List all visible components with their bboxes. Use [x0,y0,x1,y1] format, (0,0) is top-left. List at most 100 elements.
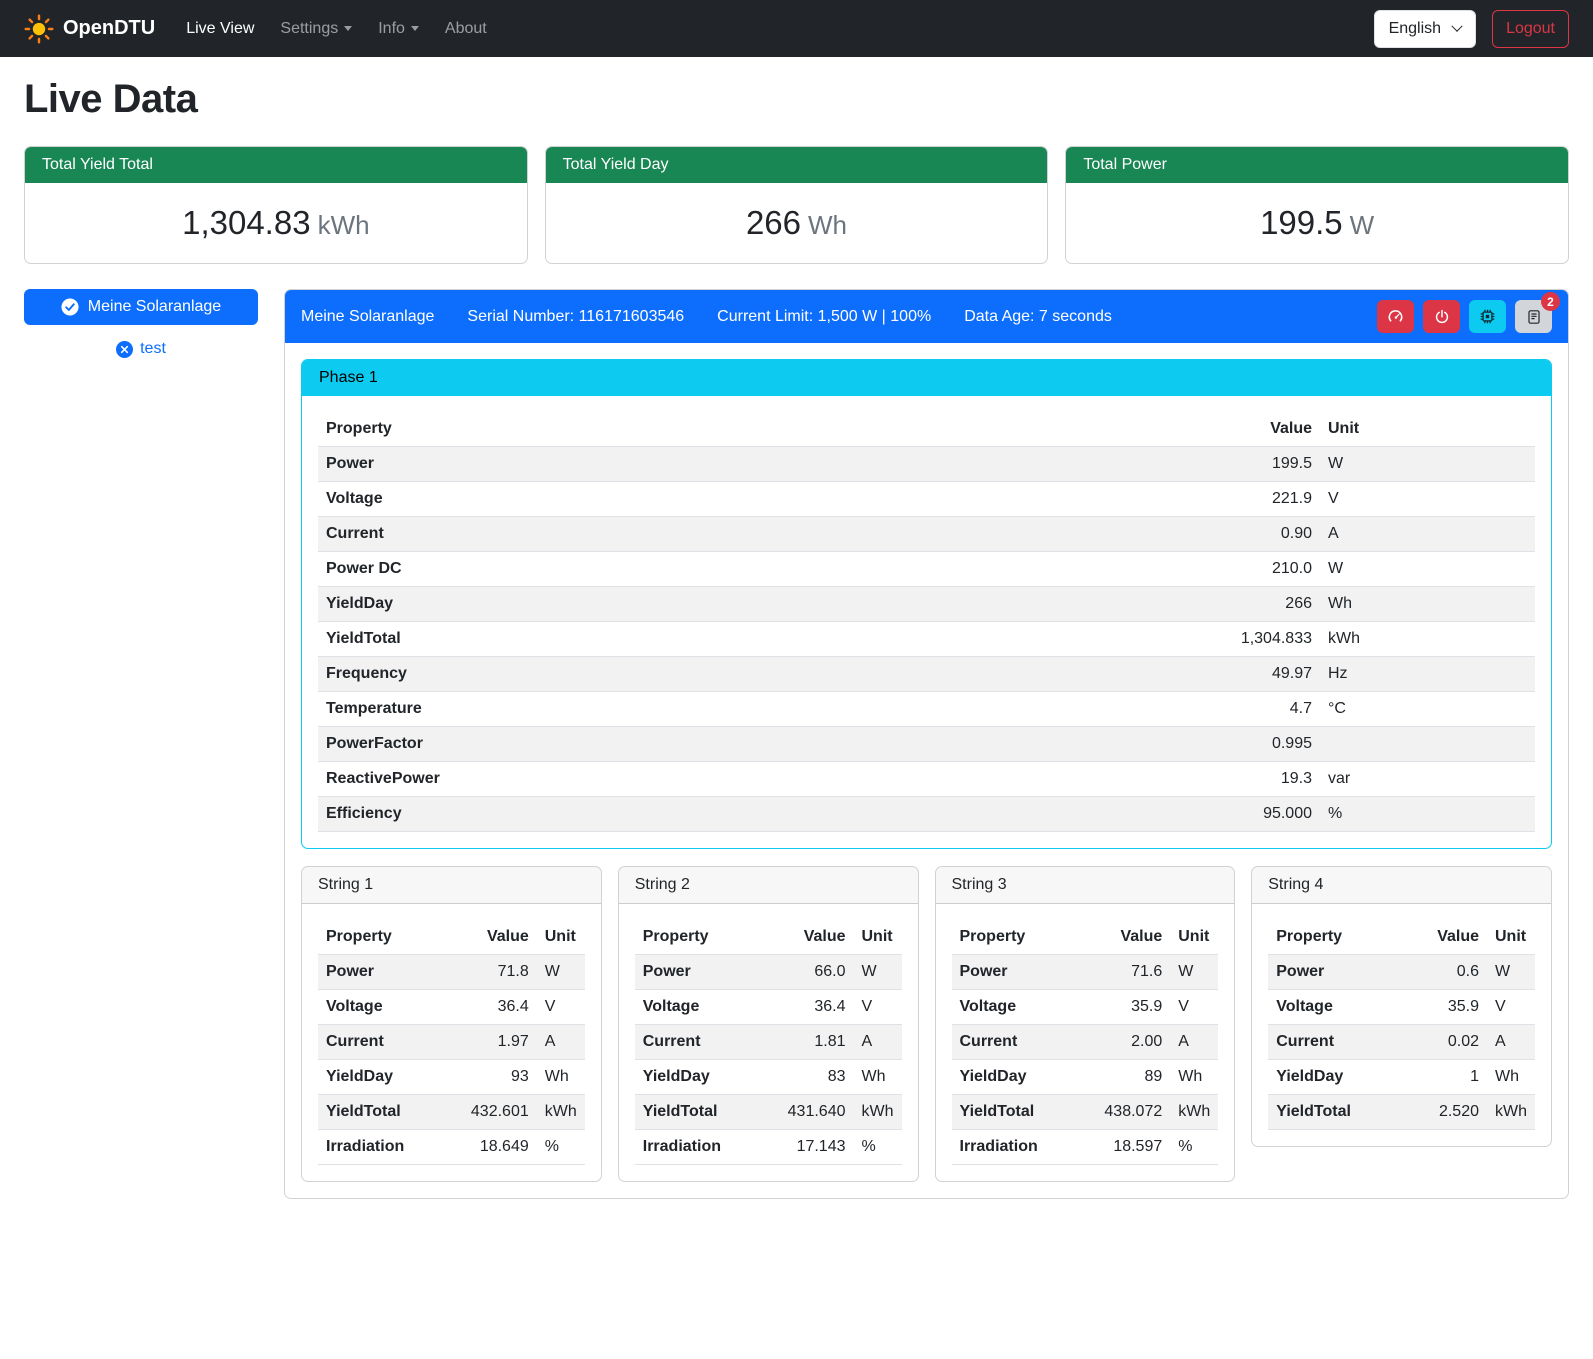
unit-cell: W [854,955,902,990]
string-4-header: String 4 [1252,867,1551,904]
property-cell: Power [1268,955,1409,990]
table-row: Power 66.0 W [635,955,902,990]
property-cell: Voltage [952,990,1093,1025]
value-cell: 18.597 [1092,1130,1170,1165]
unit-cell: A [1170,1025,1218,1060]
total-yield-day-unit: Wh [808,210,847,240]
phase-1-body: Property Value Unit Power [302,396,1551,848]
property-cell: PowerFactor [318,727,1210,762]
table-row: Irradiation 18.649 % [318,1130,585,1165]
table-row: Voltage 35.9 V [1268,990,1535,1025]
table-row: YieldTotal 2.520 kWh [1268,1095,1535,1130]
value-cell: 210.0 [1210,552,1320,587]
property-cell: Current [318,1025,459,1060]
total-yield-total-card: Total Yield Total 1,304.83kWh [24,146,528,264]
navbar-right: English Logout [1374,10,1569,48]
brand-link[interactable]: OpenDTU [24,14,155,44]
unit-cell: W [1487,955,1535,990]
table-row: Voltage 36.4 V [635,990,902,1025]
string-2-card: String 2 Property Value Unit [618,866,919,1182]
table-row: Power DC 210.0 W [318,552,1535,587]
property-cell: Temperature [318,692,1210,727]
device-info-button[interactable] [1469,300,1506,333]
sun-icon [24,14,54,44]
property-cell: Irradiation [635,1130,776,1165]
unit-cell: kWh [537,1095,585,1130]
table-row: Power 199.5 W [318,447,1535,482]
string-3-header: String 3 [936,867,1235,904]
total-power-unit: W [1350,210,1375,240]
col-header-property: Property [635,920,776,955]
property-cell: Power [952,955,1093,990]
inverter-select-button[interactable]: Meine Solaranlage [24,289,258,325]
table-row: Frequency 49.97 Hz [318,657,1535,692]
unit-cell: A [1487,1025,1535,1060]
unit-cell: Wh [854,1060,902,1095]
sidebar-item-test[interactable]: test [24,340,258,358]
property-cell: YieldTotal [635,1095,776,1130]
unit-cell: Wh [537,1060,585,1095]
journal-text-icon [1526,309,1542,325]
value-cell: 199.5 [1210,447,1320,482]
total-power-card: Total Power 199.5W [1065,146,1569,264]
table-row: Current 1.97 A [318,1025,585,1060]
table-row: ReactivePower 19.3 var [318,762,1535,797]
unit-cell: A [854,1025,902,1060]
property-cell: YieldTotal [318,622,1210,657]
power-icon [1434,309,1450,325]
table-row: Current 1.81 A [635,1025,902,1060]
value-cell: 93 [459,1060,537,1095]
property-cell: Voltage [635,990,776,1025]
unit-cell: W [1320,447,1535,482]
string-4-body: Property Value Unit Power [1252,904,1551,1146]
value-cell: 0.90 [1210,517,1320,552]
col-header-property: Property [318,412,1210,447]
col-header-value: Value [1210,412,1320,447]
table-row: YieldDay 83 Wh [635,1060,902,1095]
value-cell: 71.8 [459,955,537,990]
page-container: Live Data Total Yield Total 1,304.83kWh … [0,77,1593,1223]
logout-button[interactable]: Logout [1492,10,1569,48]
string-3-table: Property Value Unit Power [952,920,1219,1165]
table-row: Power 71.6 W [952,955,1219,990]
unit-cell: kWh [854,1095,902,1130]
nav-settings[interactable]: Settings [267,12,365,46]
unit-cell: W [1170,955,1218,990]
property-cell: Current [1268,1025,1409,1060]
col-header-value: Value [1409,920,1487,955]
value-cell: 221.9 [1210,482,1320,517]
nav-info[interactable]: Info [365,12,432,46]
value-cell: 95.000 [1210,797,1320,832]
value-cell: 431.640 [776,1095,854,1130]
value-cell: 89 [1092,1060,1170,1095]
value-cell: 432.601 [459,1095,537,1130]
value-cell: 18.649 [459,1130,537,1165]
card-body: 199.5W [1066,183,1568,263]
string-2-table: Property Value Unit Power [635,920,902,1165]
power-button[interactable] [1423,300,1460,333]
total-yield-day-value: 266 [746,204,801,241]
event-log-button[interactable]: 2 [1515,300,1552,333]
strings-row: String 1 Property Value Unit [301,866,1552,1182]
cpu-icon [1479,308,1496,325]
summary-cards-row: Total Yield Total 1,304.83kWh Total Yiel… [24,146,1569,264]
unit-cell: % [537,1130,585,1165]
value-cell: 1.97 [459,1025,537,1060]
unit-cell [1320,727,1535,762]
phase-1-header: Phase 1 [302,360,1551,396]
language-select[interactable]: English [1374,10,1476,48]
col-header-unit: Unit [537,920,585,955]
value-cell: 36.4 [459,990,537,1025]
property-cell: YieldDay [635,1060,776,1095]
nav-live-view[interactable]: Live View [173,12,267,46]
table-row: YieldDay 1 Wh [1268,1060,1535,1095]
unit-cell: Wh [1170,1060,1218,1095]
property-cell: YieldDay [318,1060,459,1095]
inverter-name: Meine Solaranlage [301,308,434,326]
page-title: Live Data [24,77,1569,122]
property-cell: Power [318,447,1210,482]
unit-cell: kWh [1320,622,1535,657]
limit-settings-button[interactable] [1377,300,1414,333]
nav-about[interactable]: About [432,12,500,46]
navbar: OpenDTU Live View Settings Info About En… [0,0,1593,57]
